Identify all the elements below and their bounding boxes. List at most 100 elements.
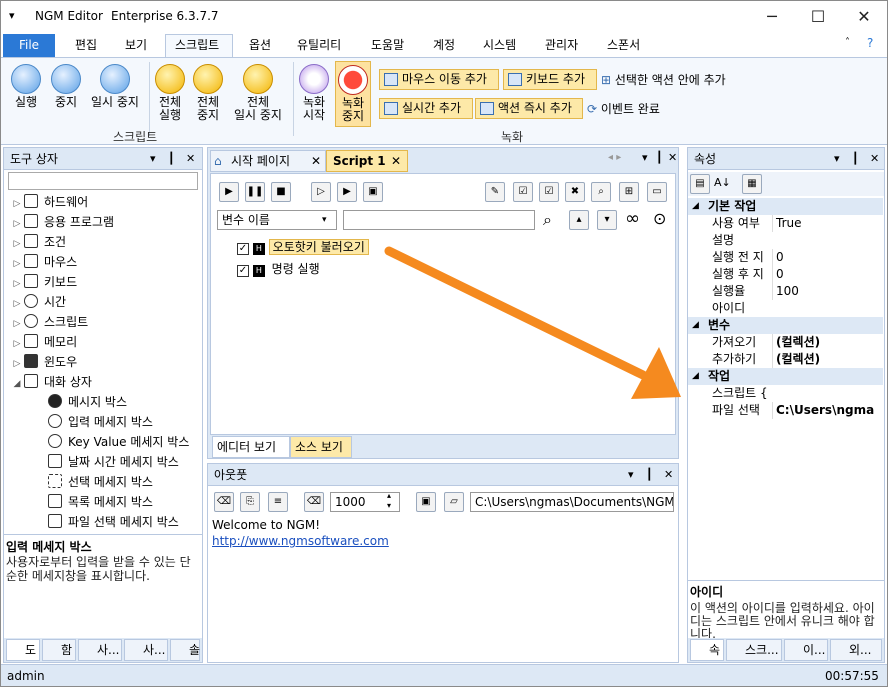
check-icon[interactable]: ☑	[513, 182, 533, 202]
step-icon[interactable]: ▷	[311, 182, 331, 202]
tree-child-keyvalue-box[interactable]: Key Value 메세지 박스	[48, 432, 189, 452]
toolbox-search-input[interactable]	[8, 172, 198, 190]
checkbox[interactable]: ✓	[237, 265, 249, 277]
add-keyboard-button[interactable]: 키보드 추가	[503, 69, 597, 90]
event-complete-button[interactable]: ⟳ 이벤트 완료	[587, 100, 660, 117]
tree-child-select-box[interactable]: 선택 메세지 박스	[48, 472, 153, 492]
search-icon[interactable]: ⌕	[591, 182, 611, 202]
menu-file[interactable]: File	[3, 34, 55, 57]
tree-child-file-select-box[interactable]: 파일 선택 메세지 박스	[48, 512, 179, 532]
minimize-button[interactable]: ─	[749, 1, 795, 33]
tree-child-datetime-box[interactable]: 날짜 시간 메세지 박스	[48, 452, 179, 472]
edit-icon[interactable]: ✎	[485, 182, 505, 202]
pin-icon[interactable]: ┃	[656, 151, 663, 164]
close-icon[interactable]: ✕	[186, 148, 195, 170]
tab-editor-view[interactable]: 에디터 보기	[212, 436, 290, 458]
check-outline-icon[interactable]: ☑	[539, 182, 559, 202]
property-category[interactable]: ◢ 작업	[688, 368, 883, 385]
menu-help[interactable]: 도움말	[367, 33, 408, 57]
menu-admin[interactable]: 관리자	[541, 33, 582, 57]
add-realtime-button[interactable]: 실시간 추가	[379, 98, 473, 119]
add-mouse-move-button[interactable]: 마우스 이동 추가	[379, 69, 499, 90]
tree-item-memory[interactable]: ▷ 메모리	[10, 332, 77, 352]
output-path-field[interactable]: C:\Users\ngmas\Documents\NGM6\	[470, 492, 674, 512]
property-row[interactable]: 추가하기 (컬렉션)	[688, 351, 883, 368]
close-icon[interactable]: ✕	[664, 464, 673, 486]
output-count-stepper[interactable]: 1000 ▴ ▾	[330, 491, 400, 512]
tree-item-mouse[interactable]: ▷ 마우스	[10, 252, 77, 272]
menu-utility[interactable]: 유틸리티	[293, 33, 345, 57]
tree-item-window[interactable]: ▷ 윈도우	[10, 352, 77, 372]
pause-button[interactable]: 일시 중지	[87, 64, 143, 109]
output-link[interactable]: http://www.ngmsoftware.com	[212, 534, 389, 548]
tab-image[interactable]: 이...	[784, 639, 828, 661]
tree-item-keyboard[interactable]: ▷ 키보드	[10, 272, 77, 292]
more-icon[interactable]: ⊙	[653, 209, 666, 228]
pin-icon[interactable]: ┃	[852, 148, 859, 170]
collapse-ribbon-icon[interactable]: ˄	[845, 37, 850, 48]
down-icon[interactable]: ▾	[597, 210, 617, 230]
pause-icon[interactable]: ❚❚	[245, 182, 265, 202]
menu-view[interactable]: 보기	[121, 33, 151, 57]
copy-output-icon[interactable]: ⎘	[240, 492, 260, 512]
monitor-icon[interactable]: ▭	[647, 182, 667, 202]
menu-edit[interactable]: 편집	[71, 33, 101, 57]
action-item[interactable]: ✓ H 오토핫키 불러오기	[237, 238, 369, 258]
run-frame-icon[interactable]: ▣	[363, 182, 383, 202]
tab-external[interactable]: 외...	[830, 639, 882, 661]
property-value[interactable]: C:\Users\ngma	[772, 402, 874, 419]
tree-child-input-box[interactable]: 입력 메세지 박스	[48, 412, 153, 432]
tab-solution[interactable]: 솔	[170, 639, 200, 661]
menu-sponsor[interactable]: 스폰서	[603, 33, 644, 57]
record-stop-button[interactable]: 녹화 중지	[335, 61, 371, 127]
stop-button[interactable]: 중지	[49, 64, 83, 109]
search-icon[interactable]: ⌕	[543, 210, 552, 230]
pause-all-button[interactable]: 전체 일시 중지	[229, 64, 287, 122]
close-button[interactable]: ✕	[841, 1, 887, 33]
play-icon[interactable]: ▶	[219, 182, 239, 202]
tab-properties[interactable]: 속	[690, 639, 724, 661]
menu-account[interactable]: 계정	[429, 33, 459, 57]
up-icon[interactable]: ▴	[569, 210, 589, 230]
property-row[interactable]: 설명	[688, 232, 883, 249]
property-row[interactable]: 스크립트 {	[688, 385, 883, 402]
tree-icon[interactable]: ⊞	[619, 182, 639, 202]
property-value[interactable]: (컬렉션)	[772, 351, 820, 368]
stop-all-button[interactable]: 전체 중지	[191, 64, 225, 122]
property-value[interactable]: (컬렉션)	[772, 334, 820, 351]
infinity-icon[interactable]: ∞	[625, 208, 640, 229]
property-row[interactable]: 사용 여부 True	[688, 215, 883, 232]
chevron-down-icon[interactable]: ▾	[322, 211, 327, 229]
property-value[interactable]: 0	[772, 266, 784, 283]
categorized-icon[interactable]: ▤	[690, 174, 710, 194]
tree-item-condition[interactable]: ▷ 조건	[10, 232, 66, 252]
add-in-selected-action-button[interactable]: ⊞ 선택한 액션 안에 추가	[601, 71, 726, 88]
tree-child-message-box[interactable]: 메시지 박스	[48, 392, 127, 412]
folder-icon[interactable]: ▱	[444, 492, 464, 512]
help-icon[interactable]: ?	[867, 36, 873, 50]
tab-script-1[interactable]: Script 1 ✕	[326, 150, 408, 172]
delete-icon[interactable]: ✖	[565, 182, 585, 202]
quick-access-icon[interactable]: ▾	[9, 9, 15, 22]
tree-item-hardware[interactable]: ▷ 하드웨어	[10, 192, 88, 212]
clear-output-icon[interactable]: ⌫	[214, 492, 234, 512]
close-icon[interactable]: ✕	[870, 148, 879, 170]
tab-scroll-icon[interactable]: ◂ ▸	[608, 152, 621, 163]
collapse-icon[interactable]: ◢	[692, 198, 699, 215]
tab-function[interactable]: 함	[42, 639, 76, 661]
tree-item-script[interactable]: ▷ 스크립트	[10, 312, 88, 332]
dropdown-icon[interactable]: ▾	[628, 464, 634, 486]
save-icon[interactable]: ▣	[416, 492, 436, 512]
tab-script-list[interactable]: 스크...	[726, 639, 782, 661]
action-item[interactable]: ✓ H 명령 실행	[237, 260, 323, 280]
record-start-button[interactable]: 녹화 시작	[297, 64, 331, 122]
dropdown-icon[interactable]: ▾	[642, 151, 648, 164]
property-row[interactable]: 실행율 100	[688, 283, 883, 300]
tab-user[interactable]: 사...	[78, 639, 122, 661]
menu-system[interactable]: 시스템	[479, 33, 520, 57]
tab-toolbox[interactable]: 도	[6, 639, 40, 661]
stop-icon[interactable]: ■	[271, 182, 291, 202]
property-row[interactable]: 가져오기 (컬렉션)	[688, 334, 883, 351]
maximize-button[interactable]: ☐	[795, 1, 841, 33]
checkbox[interactable]: ✓	[237, 243, 249, 255]
